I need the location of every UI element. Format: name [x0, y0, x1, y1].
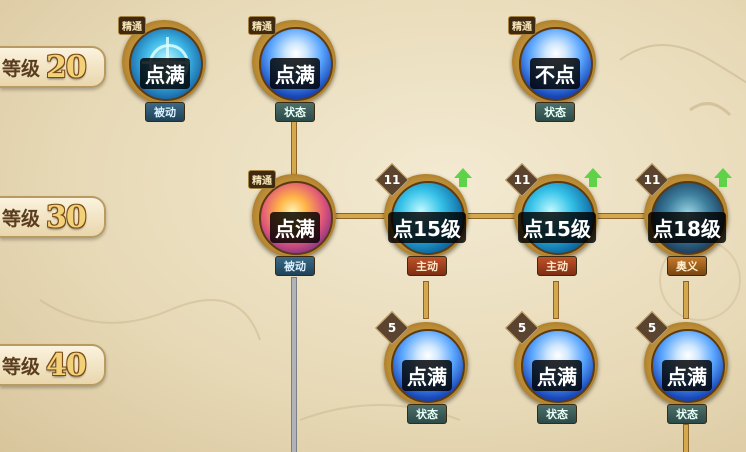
skill-node-r3c3[interactable]: 5 点满 状态: [375, 311, 472, 424]
mastery-badge: 精通: [118, 16, 146, 35]
skill-advice: 点15级: [518, 212, 596, 243]
skill-type-tag: 状态: [275, 102, 315, 122]
tier-label: 等级: [2, 355, 41, 378]
connector-r3-bottom: [684, 425, 688, 452]
skill-type-tag: 奥义: [667, 256, 707, 276]
skill-type-tag: 状态: [535, 102, 575, 122]
parchment-map-background: [39, 44, 746, 421]
skill-advice: 点15级: [388, 212, 466, 243]
connector-r2c4-r3c4: [554, 282, 558, 318]
tier-tab-30: 等级 30: [0, 196, 106, 238]
skill-type-tag: 状态: [407, 404, 447, 424]
skill-type-tag: 状态: [537, 404, 577, 424]
mastery-badge: 精通: [248, 16, 276, 35]
tier-level: 40: [46, 347, 87, 383]
skill-node-r1c4[interactable]: 精通 不点 状态: [508, 14, 600, 122]
connector-locked-path: [292, 278, 296, 452]
tier-tab-20: 等级 20: [0, 46, 106, 88]
connector-r2c3-r3c3: [424, 282, 428, 318]
skill-level: 5: [517, 321, 527, 335]
skill-node-r2c2[interactable]: 精通 点满 被动: [248, 168, 340, 276]
skill-node-r3c4[interactable]: 5 点满 状态: [505, 311, 602, 424]
skill-node-r2c3[interactable]: 11 点15级 主动: [375, 163, 472, 276]
skill-advice: 点满: [140, 58, 190, 89]
tier-level: 30: [46, 199, 87, 235]
upgrade-arrow-icon[interactable]: [454, 168, 472, 187]
skill-advice: 点18级: [648, 212, 726, 243]
skill-advice: 点满: [532, 360, 582, 391]
mastery-badge: 精通: [508, 16, 536, 35]
skill-type-tag: 主动: [407, 256, 447, 276]
skill-node-r1c1[interactable]: 精通 点满 被动: [118, 14, 210, 122]
skill-level: 11: [383, 173, 401, 187]
skill-type-tag: 被动: [275, 256, 315, 276]
skill-advice: 点满: [662, 360, 712, 391]
skill-advice: 不点: [530, 58, 580, 89]
connector-r2c5-r3c5: [684, 282, 688, 318]
upgrade-arrow-icon[interactable]: [714, 168, 732, 187]
skill-level: 11: [513, 173, 531, 187]
skill-node-r3c5[interactable]: 5 点满 状态: [635, 311, 732, 424]
skill-level: 11: [643, 173, 661, 187]
mastery-badge: 精通: [248, 170, 276, 189]
skill-type-tag: 状态: [667, 404, 707, 424]
tier-tab-40: 等级 40: [0, 344, 106, 386]
skill-node-r2c4[interactable]: 11 点15级 主动: [505, 163, 602, 276]
tier-level: 20: [46, 49, 87, 85]
skill-level: 5: [647, 321, 657, 335]
skill-node-r2c5[interactable]: 11 点18级 奥义: [635, 163, 732, 276]
skill-advice: 点满: [270, 58, 320, 89]
skill-level: 5: [387, 321, 397, 335]
upgrade-arrow-icon[interactable]: [584, 168, 602, 187]
skill-advice: 点满: [402, 360, 452, 391]
skill-type-tag: 主动: [537, 256, 577, 276]
skill-advice: 点满: [270, 212, 320, 243]
skill-type-tag: 被动: [145, 102, 185, 122]
tier-label: 等级: [2, 57, 41, 80]
skill-node-r1c2[interactable]: 精通 点满 状态: [248, 14, 340, 122]
tier-label: 等级: [2, 207, 41, 230]
